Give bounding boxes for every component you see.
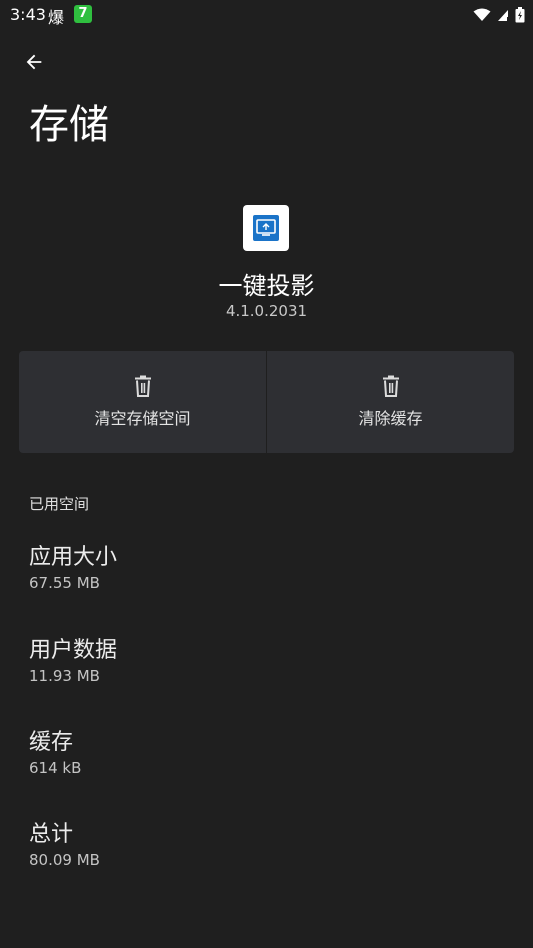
clear-storage-label: 清空存储空间 [94,409,191,428]
app-version: 4.1.0.2031 [225,302,308,320]
status-icons [473,5,525,25]
status-time: 3:43 [10,5,46,24]
item-value: 11.93 MB [29,667,100,685]
trash-icon [382,375,399,397]
item-title: 用户数据 [29,638,118,663]
signal-icon [498,10,509,21]
item-value: 67.55 MB [29,574,100,592]
app-icon [243,205,289,251]
status-bar: 3:43 爆 7 [0,0,533,30]
storage-item-app-size: 应用大小 67.55 MB [29,543,509,593]
notification-badge-icon: 7 [74,5,92,23]
storage-item-user-data: 用户数据 11.93 MB [29,636,509,686]
trash-icon [134,375,151,397]
clear-storage-button[interactable]: 清空存储空间 [19,351,266,453]
app-name: 一键投影 [218,272,315,300]
item-title: 缓存 [29,730,74,755]
cast-screen-icon [253,215,279,241]
arrow-back-icon [26,54,42,70]
item-title: 总计 [29,822,74,847]
back-button[interactable] [18,46,50,78]
clear-cache-label: 清除缓存 [358,409,423,428]
section-header-used-space: 已用空间 [29,495,90,513]
storage-item-cache: 缓存 614 kB [29,728,509,778]
item-value: 614 kB [29,759,82,777]
action-row: 清空存储空间 清除缓存 [19,351,514,453]
battery-icon [515,7,525,23]
page-title: 存储 [29,102,109,148]
notification-icon: 爆 [48,8,65,27]
item-value: 80.09 MB [29,851,100,869]
item-title: 应用大小 [29,545,118,570]
wifi-icon [473,8,491,21]
clear-cache-button[interactable]: 清除缓存 [266,351,514,453]
storage-item-total: 总计 80.09 MB [29,820,509,870]
